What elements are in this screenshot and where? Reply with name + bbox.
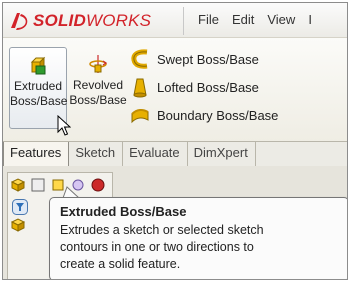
extruded-boss-tooltip: Extruded Boss/Base Extrudes a sketch or …	[49, 197, 347, 279]
swept-label: Swept Boss/Base	[157, 51, 259, 67]
boundary-label: Boundary Boss/Base	[157, 107, 279, 123]
logo-text-works: WORKS	[85, 11, 152, 30]
solidworks-window: SOLIDWORKS File Edit View I Extruded Bos…	[2, 2, 348, 280]
tab-dimxpert[interactable]: DimXpert	[188, 142, 256, 167]
part-icon[interactable]	[10, 217, 26, 233]
menu-file[interactable]: File	[198, 12, 219, 27]
tooltip-line-1: Extrudes a sketch or selected sketch	[60, 223, 264, 237]
mouse-pointer-icon	[57, 115, 71, 136]
extruded-label-line1: Extruded	[13, 79, 63, 93]
solidworks-logo[interactable]: SOLIDWORKS	[9, 9, 151, 33]
lofted-label: Lofted Boss/Base	[157, 79, 259, 95]
logo-text-solid: SOLID	[33, 11, 86, 30]
command-manager-tabs: Features Sketch Evaluate DimXpert	[3, 141, 347, 167]
menu-bar: File Edit View I	[198, 12, 312, 27]
tooltip-title: Extruded Boss/Base	[60, 204, 187, 219]
logo-text: SOLIDWORKS	[33, 11, 151, 31]
tooltip-description: Extrudes a sketch or selected sketch con…	[60, 222, 342, 273]
revolved-boss-icon	[89, 55, 108, 73]
ds-logo-icon	[11, 13, 28, 30]
revolved-label-line1: Revolved	[72, 78, 124, 92]
lofted-boss-icon	[133, 78, 147, 98]
menu-insert[interactable]: I	[308, 12, 312, 27]
tooltip-line-3: create a solid feature.	[60, 257, 181, 271]
swept-boss-base-button[interactable]: Swept Boss/Base	[129, 45, 278, 73]
title-bar: SOLIDWORKS File Edit View I	[3, 3, 347, 37]
boss-base-options: Swept Boss/Base Lofted Boss/Base Boundar…	[129, 45, 278, 129]
extruded-boss-icon	[30, 56, 46, 75]
revolved-label-line2: Boss/Base	[69, 93, 127, 107]
title-separator	[183, 7, 184, 35]
extruded-label-line2: Boss/Base	[10, 94, 68, 108]
menu-edit[interactable]: Edit	[232, 12, 254, 27]
feature-manager-tab-icon[interactable]	[10, 177, 26, 193]
display-manager-tab-icon[interactable]	[90, 177, 106, 193]
tooltip-line-2: contours in one or two directions to	[60, 240, 254, 254]
tab-sketch[interactable]: Sketch	[69, 142, 124, 167]
boundary-boss-icon	[131, 108, 149, 124]
property-manager-tab-icon[interactable]	[30, 177, 46, 193]
filter-icon[interactable]	[12, 199, 28, 215]
tab-evaluate[interactable]: Evaluate	[123, 142, 188, 167]
command-manager-ribbon: Extruded Boss/Base Revolved Boss/Base Sw…	[3, 37, 347, 142]
boundary-boss-base-button[interactable]: Boundary Boss/Base	[129, 101, 278, 129]
lofted-boss-base-button[interactable]: Lofted Boss/Base	[129, 73, 278, 101]
menu-view[interactable]: View	[267, 12, 295, 27]
swept-boss-icon	[131, 49, 148, 69]
tab-features[interactable]: Features	[3, 142, 70, 167]
revolved-boss-base-button[interactable]: Revolved Boss/Base	[69, 47, 127, 127]
